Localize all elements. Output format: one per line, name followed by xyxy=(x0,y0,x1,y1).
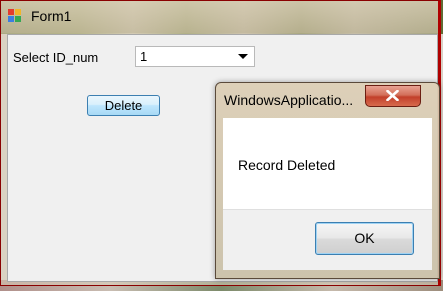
form1-titlebar[interactable]: Form1 xyxy=(1,1,438,33)
close-button[interactable] xyxy=(365,85,421,107)
window-title: Form1 xyxy=(31,8,72,24)
id-num-combobox-value: 1 xyxy=(140,49,148,64)
message-box-dialog: WindowsApplicatio... Record Deleted OK xyxy=(215,82,440,279)
message-text: Record Deleted xyxy=(238,157,336,173)
ok-button[interactable]: OK xyxy=(315,222,414,255)
message-box-footer: OK xyxy=(223,209,432,270)
id-num-combobox[interactable]: 1 xyxy=(135,46,255,67)
close-icon xyxy=(386,90,399,101)
message-box-body: Record Deleted xyxy=(223,118,432,209)
select-id-label: Select ID_num xyxy=(13,50,99,65)
dropdown-arrow-icon[interactable] xyxy=(238,51,248,61)
message-box-title: WindowsApplicatio... xyxy=(224,92,354,108)
delete-button[interactable]: Delete xyxy=(87,95,160,116)
app-icon xyxy=(8,9,21,22)
